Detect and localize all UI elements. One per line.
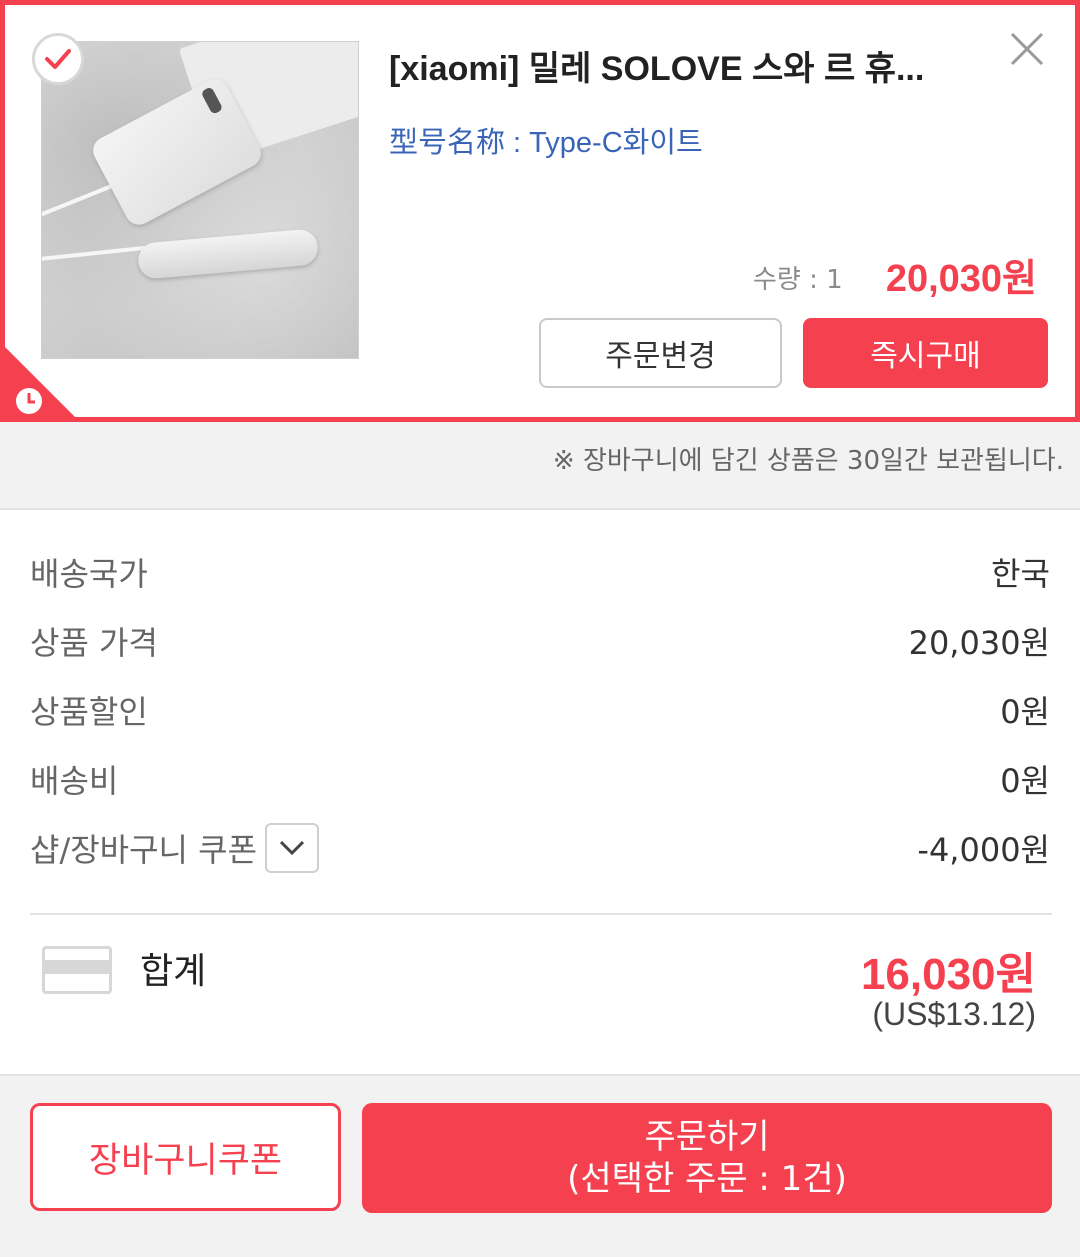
total-usd: (US$13.12) (872, 996, 1036, 1032)
summary-value: 0원 (1000, 693, 1050, 731)
summary-value: 20,030원 (908, 624, 1050, 662)
product-quantity: 수량 : 1 (753, 265, 843, 295)
summary-row-discount: 상품할인 0원 (30, 686, 1050, 734)
product-option: 型号名称 : Type-C화이트 (389, 127, 703, 159)
select-item-checkbox[interactable] (32, 33, 84, 85)
cart-item-card: [xiaomi] 밀레 SOLOVE 스와 르 휴... 型号名称 : Type… (0, 0, 1080, 422)
summary-label: 상품 가격 (30, 624, 158, 662)
cart-page: [xiaomi] 밀레 SOLOVE 스와 르 휴... 型号名称 : Type… (0, 0, 1080, 1257)
summary-divider (30, 913, 1052, 915)
clock-icon (16, 388, 42, 414)
order-summary: 배송국가 한국 상품 가격 20,030원 상품할인 0원 배송비 0원 샵/장… (0, 508, 1080, 1076)
coupon-dropdown-button[interactable] (265, 823, 320, 873)
close-icon[interactable] (1009, 31, 1045, 67)
total-value: 16,030원 (860, 950, 1036, 999)
total-label: 합계 (140, 951, 207, 992)
summary-value: 한국 (991, 555, 1050, 593)
chevron-down-icon (279, 840, 305, 856)
summary-value: 0원 (1000, 762, 1050, 800)
summary-label: 배송국가 (30, 555, 148, 593)
check-icon (45, 49, 71, 69)
cart-retention-notice: ※ 장바구니에 담긴 상품은 30일간 보관됩니다. (552, 446, 1064, 476)
order-button-count: (선택한 주문 : 1건) (567, 1159, 847, 1199)
summary-row-price: 상품 가격 20,030원 (30, 617, 1050, 665)
summary-label: 상품할인 (30, 693, 148, 731)
place-order-button[interactable]: 주문하기 (선택한 주문 : 1건) (362, 1103, 1052, 1213)
summary-row-country: 배송국가 한국 (30, 548, 1050, 596)
change-order-button[interactable]: 주문변경 (539, 318, 782, 388)
summary-label: 배송비 (30, 762, 119, 800)
product-price: 20,030원 (885, 258, 1037, 300)
summary-row-coupon: 샵/장바구니 쿠폰 -4,000원 (30, 823, 1050, 873)
summary-value: -4,000원 (917, 831, 1050, 869)
coupon-label-group: 샵/장바구니 쿠폰 (30, 823, 320, 873)
summary-label: 샵/장바구니 쿠폰 (30, 831, 258, 869)
order-button-label: 주문하기 (644, 1117, 770, 1157)
buy-now-button[interactable]: 즉시구매 (803, 318, 1048, 388)
cart-coupon-button[interactable]: 장바구니쿠폰 (30, 1103, 341, 1211)
summary-row-shipping: 배송비 0원 (30, 755, 1050, 803)
product-thumbnail[interactable] (41, 41, 359, 359)
product-title[interactable]: [xiaomi] 밀레 SOLOVE 스와 르 휴... (389, 41, 949, 90)
card-icon (42, 946, 112, 994)
